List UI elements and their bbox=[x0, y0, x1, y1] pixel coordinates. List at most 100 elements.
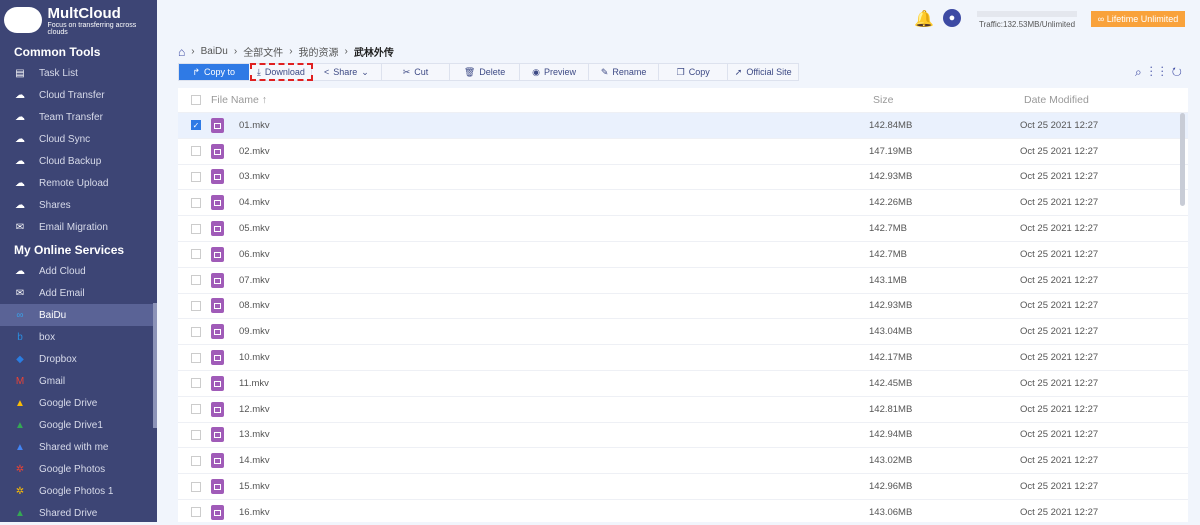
sidebar-item-task-list[interactable]: ▤ Task List bbox=[0, 62, 157, 84]
file-name[interactable]: 12.mkv bbox=[239, 404, 869, 415]
table-row[interactable]: 11.mkv 142.45MB Oct 25 2021 12:27 bbox=[178, 369, 1188, 396]
breadcrumb-item[interactable]: 我的资源 bbox=[299, 44, 339, 59]
service-icon: ▲ bbox=[15, 419, 25, 431]
file-name[interactable]: 13.mkv bbox=[239, 429, 869, 440]
sidebar-item-email-migration[interactable]: ✉ Email Migration bbox=[0, 216, 157, 238]
file-name[interactable]: 04.mkv bbox=[239, 197, 869, 208]
sidebar-item-shared-with-me[interactable]: ▲ Shared with me bbox=[0, 436, 157, 458]
official-site-button[interactable]: ➚ Official Site bbox=[728, 64, 798, 80]
row-checkbox[interactable] bbox=[191, 429, 201, 440]
cloud-upload-icon: ☁ bbox=[15, 177, 25, 189]
row-checkbox[interactable] bbox=[191, 300, 201, 311]
sidebar-item-google-drive1[interactable]: ▲ Google Drive1 bbox=[0, 414, 157, 436]
row-checkbox[interactable] bbox=[191, 352, 201, 363]
row-checkbox[interactable] bbox=[191, 146, 201, 157]
table-row[interactable]: 12.mkv 142.81MB Oct 25 2021 12:27 bbox=[178, 395, 1188, 422]
avatar[interactable]: ● bbox=[943, 9, 961, 27]
row-checkbox[interactable] bbox=[191, 197, 201, 208]
home-icon[interactable]: ⌂ bbox=[178, 45, 185, 59]
cut-button[interactable]: ✂ Cut bbox=[382, 64, 451, 80]
sort-file-name[interactable]: File Name ↑ bbox=[211, 94, 841, 106]
bell-icon[interactable]: 🔔 bbox=[914, 9, 934, 29]
share-button[interactable]: < Share ⌄ bbox=[312, 64, 382, 80]
sidebar-item-team-transfer[interactable]: ☁ Team Transfer bbox=[0, 106, 157, 128]
table-row[interactable]: 04.mkv 142.26MB Oct 25 2021 12:27 bbox=[178, 189, 1188, 215]
file-name[interactable]: 15.mkv bbox=[239, 481, 869, 492]
sidebar-item-cloud-backup[interactable]: ☁ Cloud Backup bbox=[0, 150, 157, 172]
copy-to-button[interactable]: ↱ Copy to bbox=[179, 64, 249, 80]
col-date[interactable]: Date Modified bbox=[1024, 94, 1089, 106]
row-checkbox[interactable] bbox=[191, 481, 201, 492]
file-name[interactable]: 11.mkv bbox=[239, 378, 869, 389]
sidebar-item-shares[interactable]: ☁ Shares bbox=[0, 194, 157, 216]
file-name[interactable]: 01.mkv bbox=[239, 120, 869, 131]
row-checkbox[interactable] bbox=[191, 275, 201, 286]
sidebar-item-dropbox[interactable]: ◆ Dropbox bbox=[0, 348, 157, 370]
col-size[interactable]: Size bbox=[873, 94, 1024, 106]
lifetime-unlimited-button[interactable]: ∞ Lifetime Unlimited bbox=[1091, 11, 1185, 27]
sidebar-item-add-email[interactable]: ✉ Add Email bbox=[0, 282, 157, 304]
sidebar-item-box[interactable]: b box bbox=[0, 326, 157, 348]
download-button[interactable]: ⤓ Download bbox=[249, 63, 314, 81]
row-checkbox[interactable] bbox=[191, 507, 201, 518]
file-name[interactable]: 02.mkv bbox=[239, 146, 869, 157]
delete-button[interactable]: 🗑 Delete bbox=[450, 64, 520, 80]
table-row[interactable]: 09.mkv 143.04MB Oct 25 2021 12:27 bbox=[178, 318, 1188, 344]
table-row[interactable]: 14.mkv 143.02MB Oct 25 2021 12:27 bbox=[178, 447, 1188, 473]
sidebar-item-google-photos-1[interactable]: ✲ Google Photos 1 bbox=[0, 480, 157, 502]
rename-button[interactable]: ✎ Rename bbox=[589, 64, 659, 80]
table-row[interactable]: 10.mkv 142.17MB Oct 25 2021 12:27 bbox=[178, 344, 1188, 370]
refresh-icon[interactable]: ↻ bbox=[1172, 65, 1190, 79]
sidebar-item-cloud-sync[interactable]: ☁ Cloud Sync bbox=[0, 128, 157, 150]
arrow-icon: ➚ bbox=[734, 66, 743, 77]
copy-button[interactable]: ❐ Copy bbox=[659, 64, 729, 80]
file-name[interactable]: 16.mkv bbox=[239, 507, 869, 518]
file-name[interactable]: 06.mkv bbox=[239, 249, 869, 260]
sidebar-item-shared-drive[interactable]: ▲ Shared Drive bbox=[0, 502, 157, 522]
sidebar-item-baidu[interactable]: ∞ BaiDu bbox=[0, 304, 153, 326]
row-checkbox[interactable] bbox=[191, 404, 201, 415]
file-size: 143.04MB bbox=[869, 326, 913, 338]
file-name[interactable]: 09.mkv bbox=[239, 326, 869, 337]
sidebar-item-gmail[interactable]: M Gmail bbox=[0, 370, 157, 392]
forward-icon: ↱ bbox=[192, 66, 201, 77]
row-checkbox[interactable] bbox=[191, 378, 201, 389]
file-name[interactable]: 14.mkv bbox=[239, 455, 869, 466]
breadcrumb-item[interactable]: 全部文件 bbox=[243, 44, 283, 59]
select-all-checkbox[interactable] bbox=[191, 95, 201, 105]
table-scrollbar[interactable] bbox=[1180, 113, 1185, 206]
table-row[interactable]: 15.mkv 142.96MB Oct 25 2021 12:27 bbox=[178, 473, 1188, 499]
row-checkbox[interactable] bbox=[191, 455, 201, 466]
preview-button[interactable]: ◉ Preview bbox=[520, 64, 590, 80]
row-checkbox[interactable] bbox=[191, 326, 201, 337]
grid-icon[interactable]: ⋮⋮ bbox=[1150, 65, 1172, 79]
sidebar-scrollbar[interactable] bbox=[153, 303, 157, 428]
table-row[interactable]: 16.mkv 143.06MB Oct 25 2021 12:27 bbox=[178, 498, 1188, 525]
copy-to-label: Copy to bbox=[204, 67, 236, 77]
table-row[interactable]: 03.mkv 142.93MB Oct 25 2021 12:27 bbox=[178, 163, 1188, 190]
table-row[interactable]: 05.mkv 142.7MB Oct 25 2021 12:27 bbox=[178, 215, 1188, 241]
sidebar-item-cloud-transfer[interactable]: ☁ Cloud Transfer bbox=[0, 84, 157, 106]
table-row[interactable]: 08.mkv 142.93MB Oct 25 2021 12:27 bbox=[178, 292, 1188, 319]
search-icon[interactable]: ⌕ bbox=[1135, 65, 1150, 79]
row-checkbox[interactable]: ✓ bbox=[191, 120, 201, 131]
sidebar-item-add-cloud[interactable]: ☁ Add Cloud bbox=[0, 260, 157, 282]
breadcrumb-item[interactable]: BaiDu bbox=[201, 46, 228, 57]
row-checkbox[interactable] bbox=[191, 223, 201, 234]
table-row[interactable]: 06.mkv 142.7MB Oct 25 2021 12:27 bbox=[178, 240, 1188, 267]
row-checkbox[interactable] bbox=[191, 249, 201, 260]
sidebar-item-google-drive[interactable]: ▲ Google Drive bbox=[0, 392, 157, 414]
file-name[interactable]: 08.mkv bbox=[239, 300, 869, 311]
logo[interactable]: MultCloud Focus on transferring across cl… bbox=[0, 0, 157, 40]
file-name[interactable]: 03.mkv bbox=[239, 171, 869, 182]
file-name[interactable]: 10.mkv bbox=[239, 352, 869, 363]
file-name[interactable]: 05.mkv bbox=[239, 223, 869, 234]
table-row[interactable]: 13.mkv 142.94MB Oct 25 2021 12:27 bbox=[178, 421, 1188, 448]
sidebar-item-google-photos[interactable]: ✲ Google Photos bbox=[0, 458, 157, 480]
file-name[interactable]: 07.mkv bbox=[239, 275, 869, 286]
row-checkbox[interactable] bbox=[191, 171, 201, 182]
table-row[interactable]: ✓ 01.mkv 142.84MB Oct 25 2021 12:27 bbox=[178, 112, 1188, 138]
table-row[interactable]: 07.mkv 143.1MB Oct 25 2021 12:27 bbox=[178, 266, 1188, 293]
table-row[interactable]: 02.mkv 147.19MB Oct 25 2021 12:27 bbox=[178, 137, 1188, 164]
sidebar-item-remote-upload[interactable]: ☁ Remote Upload bbox=[0, 172, 157, 194]
